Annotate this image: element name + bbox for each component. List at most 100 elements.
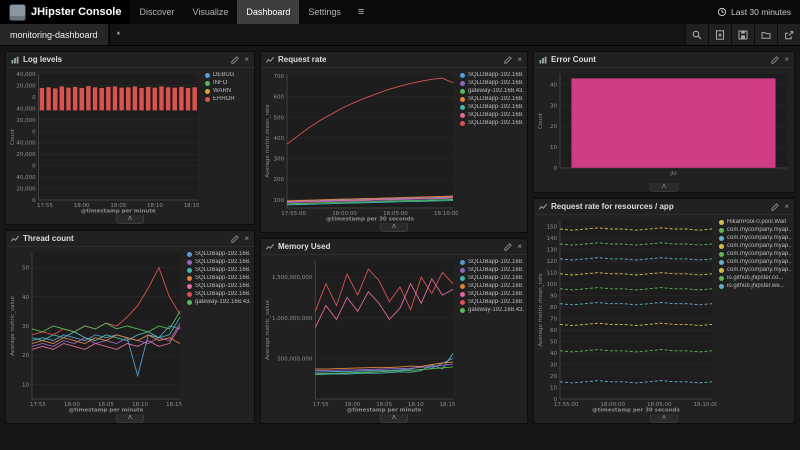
panel-title[interactable]: Memory Used	[278, 242, 330, 251]
legend-item[interactable]: WARN	[205, 88, 251, 94]
legend-item[interactable]: com.mycompany.myap...	[719, 243, 791, 249]
brand: JHipster Console	[0, 0, 130, 24]
legend-item[interactable]: SQLDBapp-192.168.4...	[187, 275, 251, 281]
legend-item[interactable]: SQLDBapp-192.168.4...	[187, 259, 251, 265]
remove-panel-icon[interactable]: ×	[244, 56, 249, 64]
time-filter-button[interactable]: Last 30 minutes	[717, 0, 800, 24]
panel-log-levels: Log levels × 40,00020,000040,00020,00004…	[5, 51, 255, 225]
nav-item-settings[interactable]: Settings	[299, 0, 350, 24]
panel-title[interactable]: Request rate for resources / app	[551, 202, 674, 211]
legend-item[interactable]: SQLDBapp-192.168.4...	[187, 291, 251, 297]
legend-item[interactable]: SQLDBapp-192.168.4...	[460, 291, 524, 297]
svg-text:@timestamp per minute: @timestamp per minute	[81, 209, 156, 215]
legend-color-dot	[205, 89, 210, 94]
collapse-panel-button[interactable]: ˄	[261, 223, 527, 232]
remove-panel-icon[interactable]: ×	[784, 203, 789, 211]
legend-color-dot	[460, 284, 465, 289]
legend-item[interactable]: com.mycompany.myap...	[719, 267, 791, 273]
legend-item[interactable]: ERROR	[205, 96, 251, 102]
legend-label: SQLDBapp-192.168.4...	[468, 299, 524, 305]
legend-item[interactable]: io.github.jhipster.we...	[719, 283, 791, 289]
legend-label: DEBUG	[213, 72, 234, 78]
legend-item[interactable]: HikariPool-0.pool.Wait	[719, 219, 791, 225]
collapse-panel-button[interactable]: ˄	[534, 183, 794, 192]
legend-item[interactable]: SQLDBapp-192.168.4...	[460, 275, 524, 281]
legend-item[interactable]: SQLDBapp-192.168.4...	[460, 80, 524, 86]
edit-panel-icon[interactable]	[231, 235, 239, 243]
nav-item-visualize[interactable]: Visualize	[183, 0, 237, 24]
remove-panel-icon[interactable]: ×	[784, 56, 789, 64]
legend-item[interactable]: SQLDBapp-192.168.4...	[460, 267, 524, 273]
edit-panel-icon[interactable]	[504, 243, 512, 251]
legend-item[interactable]: gateway-192.168.43.8...	[460, 88, 524, 94]
legend-color-dot	[460, 292, 465, 297]
remove-panel-icon[interactable]: ×	[517, 56, 522, 64]
svg-text:120: 120	[547, 259, 558, 265]
collapse-panel-button[interactable]: ˄	[261, 414, 527, 423]
legend: SQLDBapp-192.168.4... SQLDBapp-192.168.4.…	[458, 256, 525, 413]
panel-title[interactable]: Error Count	[551, 55, 596, 64]
legend-item[interactable]: gateway-192.168.43.8...	[460, 307, 524, 313]
share-button[interactable]	[777, 24, 800, 45]
new-dashboard-button[interactable]	[708, 24, 731, 45]
svg-text:30: 30	[550, 363, 557, 369]
svg-text:18:15: 18:15	[166, 402, 182, 408]
legend-item[interactable]: DEBUG	[205, 72, 251, 78]
chevron-up-icon: ˄	[650, 414, 679, 423]
remove-panel-icon[interactable]: ×	[517, 243, 522, 251]
legend-item[interactable]: SQLDBapp-192.168.4...	[187, 251, 251, 257]
dashboard-title[interactable]: monitoring-dashboard	[0, 24, 109, 45]
save-dashboard-button[interactable]	[731, 24, 754, 45]
legend-color-dot	[187, 252, 192, 257]
search-button[interactable]	[685, 24, 708, 45]
edit-panel-icon[interactable]	[504, 56, 512, 64]
legend-item[interactable]: com.mycompany.myap...	[719, 251, 791, 257]
svg-text:0: 0	[554, 166, 558, 172]
load-dashboard-button[interactable]	[754, 24, 777, 45]
legend-item[interactable]: SQLDBapp-192.168.4...	[187, 283, 251, 289]
panel-error-count: Error Count × 403020100jhiCount ˄	[533, 51, 795, 193]
legend-item[interactable]: com.mycompany.myap...	[719, 235, 791, 241]
legend-label: gateway-192.168.43.8...	[468, 88, 524, 94]
query-input[interactable]	[109, 24, 685, 45]
collapse-panel-button[interactable]: ˄	[6, 414, 254, 423]
svg-text:@timestamp per minute: @timestamp per minute	[69, 408, 144, 414]
legend-item[interactable]: com.mycompany.myap...	[719, 227, 791, 233]
remove-panel-icon[interactable]: ×	[244, 235, 249, 243]
edit-panel-icon[interactable]	[771, 56, 779, 64]
nav-item-discover[interactable]: Discover	[130, 0, 183, 24]
panel-title[interactable]: Request rate	[278, 55, 326, 64]
legend-item[interactable]: SQLDBapp-192.168.4...	[460, 96, 524, 102]
legend-item[interactable]: INFO	[205, 80, 251, 86]
svg-text:Average metric.mean_rate: Average metric.mean_rate	[265, 104, 271, 178]
legend-item[interactable]: SQLDBapp-192.168.4...	[460, 299, 524, 305]
legend-label: gateway-192.168.43.8...	[195, 299, 251, 305]
nav-item-dashboard[interactable]: Dashboard	[237, 0, 299, 24]
legend-color-dot	[460, 308, 465, 313]
edit-panel-icon[interactable]	[771, 203, 779, 211]
svg-text:110: 110	[547, 271, 558, 277]
edit-panel-icon[interactable]	[231, 56, 239, 64]
legend-item[interactable]: SQLDBapp-192.168.4...	[460, 72, 524, 78]
legend-item[interactable]: SQLDBapp-192.168.4...	[460, 283, 524, 289]
legend-item[interactable]: SQLDBapp-192.168.4...	[460, 259, 524, 265]
legend-label: gateway-192.168.43.8...	[468, 307, 524, 313]
svg-text:18:10:00: 18:10:00	[694, 402, 717, 408]
legend-item[interactable]: com.mycompany.myap...	[719, 259, 791, 265]
legend-item[interactable]: io.github.jhipster.co...	[719, 275, 791, 281]
legend-item[interactable]: SQLDBapp-192.168.4...	[187, 267, 251, 273]
panel-title[interactable]: Log levels	[23, 55, 62, 64]
collapse-panel-button[interactable]: ˄	[534, 414, 794, 423]
legend-item[interactable]: gateway-192.168.43.8...	[187, 299, 251, 305]
app-title: JHipster Console	[31, 6, 121, 18]
legend-item[interactable]: SQLDBapp-192.168.4...	[460, 120, 524, 126]
legend-item[interactable]: SQLDBapp-192.168.4...	[460, 104, 524, 110]
panel-header: Error Count ×	[534, 52, 794, 68]
legend-color-dot	[460, 105, 465, 110]
legend-color-dot	[719, 276, 724, 281]
panel-header: Log levels ×	[6, 52, 254, 68]
legend-item[interactable]: SQLDBapp-192.168.4...	[460, 112, 524, 118]
collapse-panel-button[interactable]: ˄	[6, 215, 254, 224]
panel-title[interactable]: Thread count	[23, 234, 74, 243]
hamburger-menu-icon[interactable]: ≡	[350, 0, 372, 24]
